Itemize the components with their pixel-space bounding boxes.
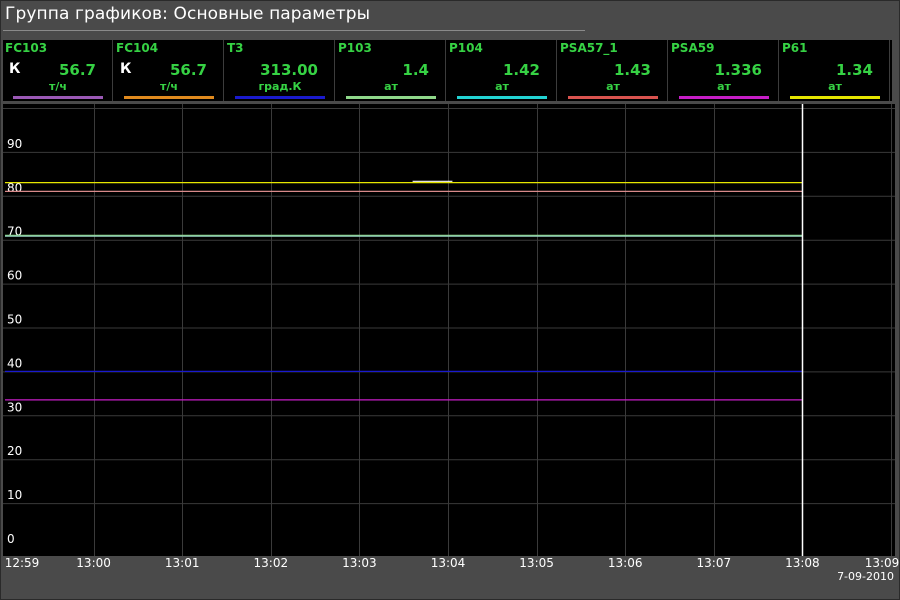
channel-color-bar <box>790 96 880 99</box>
channel-name: P104 <box>449 41 483 55</box>
y-tick-label: 0 <box>7 532 15 546</box>
channel-name: PSA59 <box>671 41 715 55</box>
channel-color-bar <box>124 96 214 99</box>
x-tick-label: 13:01 <box>164 556 200 570</box>
channel-name: FC103 <box>5 41 48 55</box>
y-tick-label: 90 <box>7 137 22 151</box>
channel-name: P103 <box>338 41 372 55</box>
channel-cell-psa59[interactable]: PSA59 1.336 ат <box>669 40 779 101</box>
channel-panel: FC103 К 56.7 т/ч FC104 К 56.7 т/ч T3 313.00 град.К… <box>3 40 892 101</box>
x-tick-label: 12:59 <box>4 556 40 570</box>
window-title: Группа графиков: Основные параметры <box>5 4 371 24</box>
channel-unit: ат <box>828 80 842 93</box>
x-tick-label: 13:02 <box>253 556 289 570</box>
channel-cell-p103[interactable]: P103 1.4 ат <box>336 40 446 101</box>
channel-value: 313.00 <box>260 61 318 79</box>
channel-color-bar <box>346 96 436 99</box>
channel-cell-psa57_1[interactable]: PSA57_1 1.43 ат <box>558 40 668 101</box>
y-tick-label: 20 <box>7 444 22 458</box>
channel-unit: т/ч <box>49 80 67 93</box>
channel-value: 1.4 <box>402 61 429 79</box>
x-tick-label: 13:00 <box>76 556 111 570</box>
x-tick-label: 13:03 <box>342 556 377 570</box>
channel-color-bar <box>13 96 103 99</box>
channel-color-bar <box>679 96 769 99</box>
channel-unit: ат <box>717 80 731 93</box>
channel-value: 56.7 <box>169 61 207 79</box>
y-tick-label: 40 <box>7 356 22 370</box>
channel-value: 1.336 <box>714 61 762 79</box>
channel-unit: ат <box>606 80 620 93</box>
y-tick-label: 100 % <box>7 104 45 107</box>
channel-name: FC104 <box>116 41 159 55</box>
x-tick-label: 13:08 <box>785 556 820 570</box>
channel-mode: К <box>9 61 21 77</box>
y-tick-label: 50 <box>7 313 22 327</box>
channel-color-bar <box>568 96 658 99</box>
chart-date: 7-09-2010 <box>837 570 894 583</box>
channel-unit: ат <box>384 80 398 93</box>
y-tick-label: 30 <box>7 400 22 414</box>
channel-name: P61 <box>782 41 808 55</box>
channel-value: 1.34 <box>835 61 873 79</box>
x-tick-label: 13:05 <box>519 556 554 570</box>
channel-cell-p61[interactable]: P61 1.34 ат <box>780 40 890 101</box>
x-tick-label: 13:06 <box>607 556 643 570</box>
x-tick-label: 13:07 <box>696 556 732 570</box>
x-tick-label: 13:04 <box>430 556 466 570</box>
trend-chart[interactable]: 0102030405060708090100 % <box>3 104 895 556</box>
channel-value: 1.42 <box>502 61 540 79</box>
channel-cell-fc103[interactable]: FC103 К 56.7 т/ч <box>3 40 113 101</box>
channel-unit: град.К <box>258 80 302 93</box>
channel-cell-p104[interactable]: P104 1.42 ат <box>447 40 557 101</box>
channel-value: 56.7 <box>58 61 96 79</box>
channel-color-bar <box>235 96 325 99</box>
channel-unit: т/ч <box>160 80 178 93</box>
trend-chart-svg: 0102030405060708090100 % <box>3 104 895 556</box>
channel-mode: К <box>120 61 132 77</box>
channel-cell-fc104[interactable]: FC104 К 56.7 т/ч <box>114 40 224 101</box>
y-tick-label: 10 <box>7 488 22 502</box>
channel-name: T3 <box>227 41 244 55</box>
y-tick-label: 60 <box>7 269 22 283</box>
title-divider <box>3 30 585 31</box>
x-tick-label: 13:09 <box>864 556 900 570</box>
channel-cell-t3[interactable]: T3 313.00 град.К <box>225 40 335 101</box>
channel-unit: ат <box>495 80 509 93</box>
channel-color-bar <box>457 96 547 99</box>
channel-name: PSA57_1 <box>560 41 618 55</box>
channel-value: 1.43 <box>613 61 651 79</box>
